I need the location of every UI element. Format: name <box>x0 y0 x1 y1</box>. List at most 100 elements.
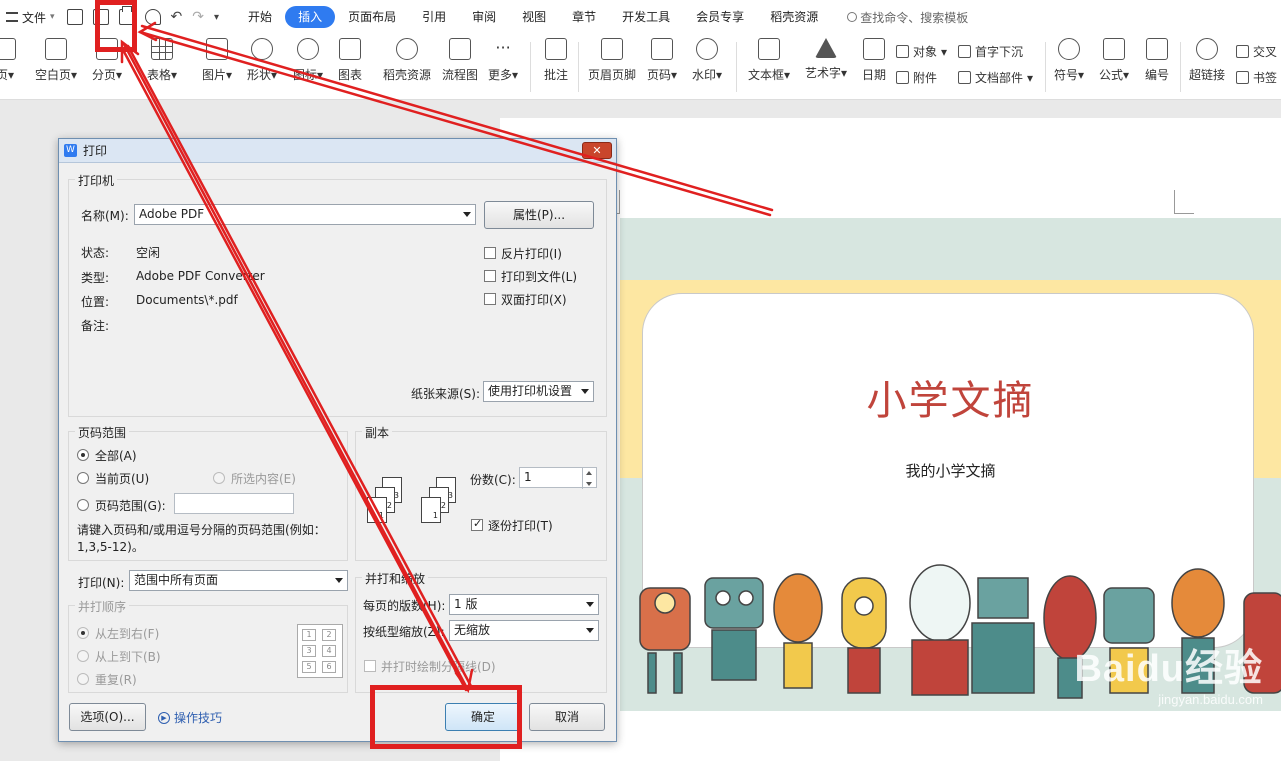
ribbon-attachment[interactable]: 附件 <box>896 69 937 86</box>
tab-membership[interactable]: 会员专享 <box>683 6 757 28</box>
tab-review[interactable]: 审阅 <box>459 6 509 28</box>
print-preview-icon[interactable] <box>144 9 161 25</box>
page-icon <box>0 38 16 60</box>
print-what-value: 范围中所有页面 <box>134 573 219 587</box>
paper-source-select[interactable]: 使用打印机设置 <box>483 381 594 402</box>
ribbon-docer-resources[interactable]: 稻壳资源 <box>383 38 431 83</box>
collate-page-icon: 1 <box>367 497 387 523</box>
pages-per-sheet-select[interactable]: 1 版 <box>449 594 599 615</box>
ribbon-date[interactable]: 日期 <box>862 38 886 83</box>
page-range-input[interactable] <box>174 493 294 514</box>
ribbon-label: 图标 <box>293 68 318 82</box>
collate-checkbox[interactable] <box>471 517 483 531</box>
spinner-arrows-icon[interactable] <box>582 468 596 489</box>
close-button[interactable]: ✕ <box>582 142 612 159</box>
collate-page-icon: 1 <box>421 497 441 523</box>
ribbon-label: 稻壳资源 <box>383 68 432 82</box>
duplex-checkbox[interactable] <box>484 293 496 305</box>
link-icon <box>1196 38 1218 60</box>
order-cell: 2 <box>322 629 336 641</box>
ribbon-drop-cap[interactable]: 首字下沉 <box>958 43 1023 60</box>
ribbon-cover-page[interactable]: 页▾ <box>0 38 16 83</box>
search-placeholder: 查找命令、搜索模板 <box>860 10 969 25</box>
object-icon <box>896 45 909 58</box>
ribbon-separator <box>1045 42 1046 92</box>
customize-chevron-icon[interactable]: ▾ <box>214 12 219 23</box>
options-button[interactable]: 选项(O)... <box>69 703 146 731</box>
formula-icon <box>1103 38 1126 60</box>
redo-icon[interactable]: ↷ <box>192 9 204 25</box>
copies-input[interactable]: 1 <box>519 467 597 489</box>
ribbon-formula[interactable]: 公式▾ <box>1099 38 1129 83</box>
ribbon-blank-page[interactable]: 空白页▾ <box>35 38 77 83</box>
ribbon-icons[interactable]: 图标▾ <box>293 38 323 83</box>
chart-icon <box>339 38 361 60</box>
tab-page-layout[interactable]: 页面布局 <box>335 6 409 28</box>
ribbon-watermark[interactable]: 水印▾ <box>692 38 722 83</box>
cover-slide: 小学文摘 我的小学文摘 Baidu经验 jingyan.baidu.com <box>620 218 1281 711</box>
ribbon-object[interactable]: 对象 ▾ <box>896 43 947 60</box>
print-order-title: 并打顺序 <box>75 598 130 615</box>
tab-insert[interactable]: 插入 <box>285 6 336 28</box>
ribbon-header-footer[interactable]: 页眉页脚 <box>588 38 636 83</box>
ribbon-numbering[interactable]: 编号 <box>1145 38 1169 83</box>
ribbon-doc-parts[interactable]: 文档部件 ▾ <box>958 69 1033 86</box>
tips-label: 操作技巧 <box>174 711 223 725</box>
ribbon-label: 对象 <box>913 45 938 59</box>
print-to-file-checkbox[interactable] <box>484 270 496 282</box>
chevron-down-icon <box>581 389 589 394</box>
tab-resources[interactable]: 稻壳资源 <box>757 6 831 28</box>
tab-view[interactable]: 视图 <box>509 6 559 28</box>
tab-chapter[interactable]: 章节 <box>559 6 609 28</box>
range-pages-radio[interactable] <box>77 499 89 511</box>
properties-button[interactable]: 属性(P)... <box>484 201 594 229</box>
command-search[interactable]: 查找命令、搜索模板 <box>847 9 968 26</box>
order-ttb-label: 从上到下(B) <box>95 650 161 664</box>
tab-references[interactable]: 引用 <box>409 6 459 28</box>
copies-group-title: 副本 <box>362 424 393 441</box>
page-number-icon <box>651 38 674 60</box>
ribbon-page-number[interactable]: 页码▾ <box>647 38 677 83</box>
ribbon-chart[interactable]: 图表 <box>338 38 362 83</box>
ribbon-picture[interactable]: 图片▾ <box>202 38 232 83</box>
annotation-box-ok <box>370 685 522 749</box>
range-all-radio[interactable] <box>77 449 89 461</box>
baidu-watermark: Baidu经验 jingyan.baidu.com <box>1074 637 1263 707</box>
file-menu[interactable]: 文件 ▾ <box>0 9 61 26</box>
ribbon-symbol[interactable]: 符号▾ <box>1054 38 1084 83</box>
tab-home[interactable]: 开始 <box>235 6 285 28</box>
ribbon-hyperlink[interactable]: 超链接 <box>1189 38 1225 83</box>
chevron-down-icon <box>335 578 343 583</box>
ribbon-wordart[interactable]: 艺术字▾ <box>805 38 847 81</box>
order-ltr-label: 从左到右(F) <box>95 627 160 641</box>
pages-per-sheet-label: 每页的版数(H): <box>363 599 446 613</box>
ribbon-table[interactable]: 表格▾ <box>147 38 177 83</box>
print-what-select[interactable]: 范围中所有页面 <box>129 570 348 591</box>
resources-icon <box>396 38 418 60</box>
cancel-button[interactable]: 取消 <box>529 703 605 731</box>
ribbon-more[interactable]: ··· 更多▾ <box>488 38 518 83</box>
ribbon-separator <box>736 42 737 92</box>
range-current-radio[interactable] <box>77 472 89 484</box>
ribbon-cross-reference[interactable]: 交叉 <box>1236 43 1277 60</box>
save-icon[interactable] <box>66 9 83 25</box>
ribbon-textbox[interactable]: 文本框▾ <box>748 38 790 83</box>
type-label: 类型: <box>81 271 110 285</box>
ribbon-comment[interactable]: 批注 <box>544 38 568 83</box>
tab-developer[interactable]: 开发工具 <box>609 6 683 28</box>
ribbon-shape[interactable]: 形状▾ <box>247 38 277 83</box>
tips-link[interactable]: ▶ 操作技巧 <box>158 709 222 726</box>
ribbon-bookmark[interactable]: 书签 <box>1236 69 1277 86</box>
ribbon-flowchart[interactable]: 流程图 <box>442 38 478 83</box>
undo-icon[interactable]: ↶ <box>171 9 183 25</box>
cross-reference-icon <box>1236 45 1249 58</box>
scale-select[interactable]: 无缩放 <box>449 620 599 641</box>
printer-group-title: 打印机 <box>75 172 118 189</box>
duplex-label: 双面打印(X) <box>501 293 567 307</box>
reverse-print-checkbox[interactable] <box>484 247 496 259</box>
ribbon-label: 文档部件 <box>975 71 1024 85</box>
chevron-down-icon <box>586 628 594 633</box>
order-repeat-label: 重复(R) <box>95 673 137 687</box>
printer-name-select[interactable]: Adobe PDF <box>134 204 476 225</box>
file-menu-icon <box>6 12 18 22</box>
